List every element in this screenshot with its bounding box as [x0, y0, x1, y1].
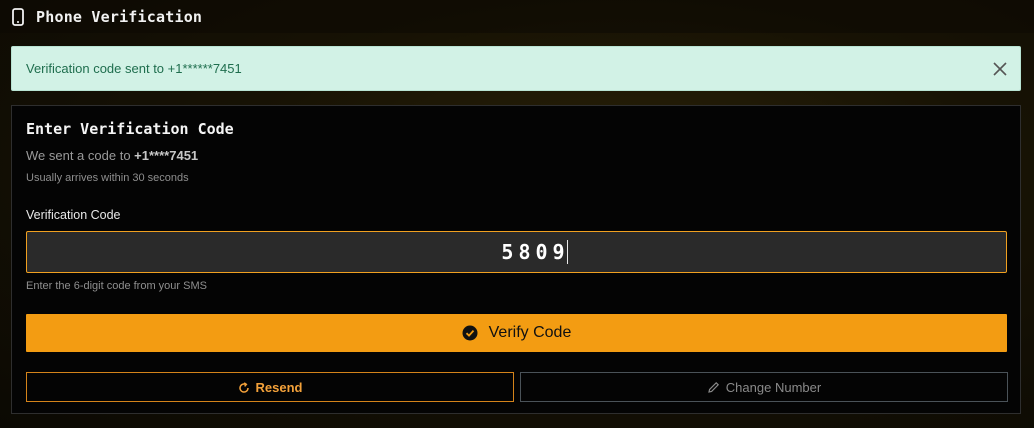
sent-prefix: We sent a code to [26, 148, 135, 163]
code-field-label: Verification Code [26, 208, 121, 222]
resend-button[interactable]: Resend [26, 372, 514, 402]
title-bar: Phone Verification [0, 0, 1034, 33]
page-title: Phone Verification [36, 7, 203, 26]
verification-code-input[interactable]: 5809 [26, 231, 1007, 273]
change-number-label: Change Number [725, 379, 822, 395]
verify-code-button[interactable]: Verify Code [26, 314, 1007, 352]
refresh-icon [238, 381, 250, 393]
code-value: 5809 [501, 240, 570, 264]
check-circle-icon [462, 325, 478, 341]
success-alert: Verification code sent to +1******7451 [11, 46, 1021, 91]
change-number-button[interactable]: Change Number [520, 372, 1008, 402]
alert-message: Verification code sent to +1******7451 [26, 61, 242, 76]
card-heading: Enter Verification Code [26, 120, 234, 138]
text-caret [566, 240, 568, 264]
smartphone-icon [12, 7, 24, 26]
code-hint: Enter the 6-digit code from your SMS [26, 280, 207, 292]
masked-phone-number: +1****7451 [134, 148, 199, 163]
close-icon[interactable] [992, 61, 1008, 77]
verify-button-label: Verify Code [488, 324, 572, 341]
arrival-note: Usually arrives within 30 seconds [26, 172, 189, 184]
pencil-icon [707, 381, 720, 394]
sent-to-text: We sent a code to +1****7451 [26, 148, 198, 163]
verification-card: Enter Verification Code We sent a code t… [11, 105, 1021, 414]
resend-button-label: Resend [255, 379, 303, 395]
